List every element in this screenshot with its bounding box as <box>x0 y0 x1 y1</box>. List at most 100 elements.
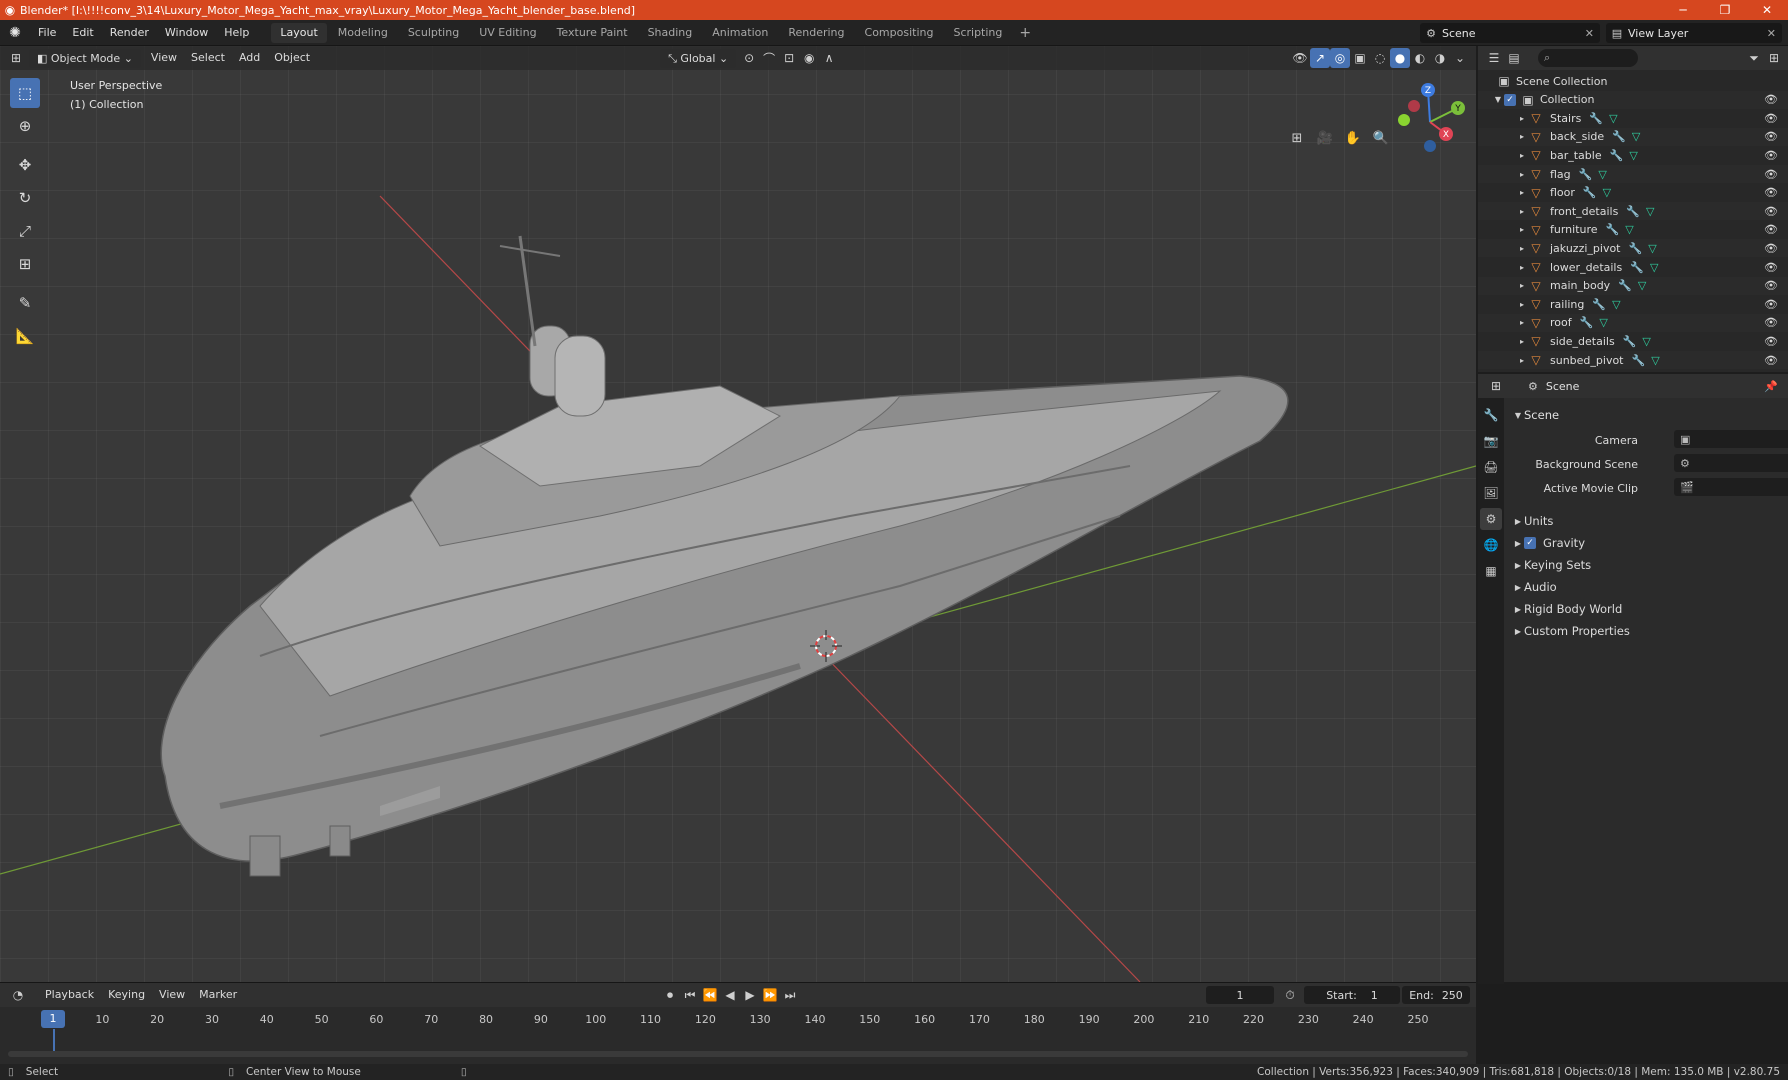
scene-close-icon[interactable]: ✕ <box>1585 27 1600 40</box>
modifier-icon[interactable]: 🔧 <box>1618 279 1632 292</box>
outliner-scene-collection[interactable]: ▣ Scene Collection <box>1478 72 1788 90</box>
scene-panel-header[interactable]: ▼ Scene <box>1504 404 1788 426</box>
mode-dropdown[interactable]: ◧ Object Mode ⌄ <box>29 48 141 68</box>
view-layer-selector[interactable]: ▤ View Layer ✕ <box>1606 23 1782 43</box>
close-button[interactable]: ✕ <box>1746 3 1788 17</box>
mesh-data-icon[interactable]: ▽ <box>1609 112 1617 125</box>
menu-render[interactable]: Render <box>102 20 157 46</box>
scene-selector[interactable]: ⚙ Scene ✕ <box>1420 23 1600 43</box>
mesh-data-icon[interactable]: ▽ <box>1598 168 1606 181</box>
modifier-icon[interactable]: 🔧 <box>1606 223 1620 236</box>
stopwatch-icon[interactable]: ⏱ <box>1280 985 1300 1005</box>
transform-tool-icon[interactable]: ⊞ <box>10 249 40 279</box>
toggle-grid-icon[interactable]: ⊞ <box>1285 126 1309 150</box>
modifier-icon[interactable]: 🔧 <box>1612 130 1626 143</box>
shading-options-icon[interactable]: ⌄ <box>1450 48 1470 68</box>
timeline-editor-icon[interactable]: ◔ <box>8 985 28 1005</box>
outliner-item-sunbed-pivot[interactable]: ▸ ▽ sunbed_pivot 🔧 ▽ 👁 <box>1478 351 1788 369</box>
camera-field[interactable]: ▣ ✒ <box>1674 430 1788 448</box>
zoom-view-icon[interactable]: 🔍 <box>1369 126 1393 150</box>
new-collection-icon[interactable]: ⊞ <box>1764 48 1784 68</box>
outliner-item-stairs[interactable]: ▸ ▽ Stairs 🔧 ▽ 👁 <box>1478 109 1788 127</box>
eye-icon[interactable]: 👁 <box>1764 93 1778 106</box>
jump-end-icon[interactable]: ⏭ <box>780 985 800 1005</box>
collection-checkbox[interactable]: ✓ <box>1504 93 1516 106</box>
pivot-point-icon[interactable]: ⊙ <box>739 48 759 68</box>
mesh-data-icon[interactable]: ▽ <box>1638 279 1646 292</box>
modifier-icon[interactable]: 🔧 <box>1579 168 1593 181</box>
mesh-data-icon[interactable]: ▽ <box>1603 186 1611 199</box>
tab-scripting[interactable]: Scripting <box>944 23 1011 43</box>
outliner-item-lower-details[interactable]: ▸ ▽ lower_details 🔧 ▽ 👁 <box>1478 258 1788 276</box>
expand-right-icon[interactable]: ▸ <box>1516 244 1528 253</box>
filter-icon[interactable]: ⏷ <box>1744 48 1764 68</box>
annotate-tool-icon[interactable]: ✎ <box>10 288 40 318</box>
expand-right-icon[interactable]: ▸ <box>1516 170 1528 179</box>
expand-right-icon[interactable]: ▸ <box>1516 300 1528 309</box>
pan-view-icon[interactable]: ✋ <box>1341 126 1365 150</box>
overlay-toggle-icon[interactable]: ◎ <box>1330 48 1350 68</box>
eye-icon[interactable]: 👁 <box>1764 242 1778 255</box>
movie-clip-field[interactable]: 🎬 <box>1674 478 1788 496</box>
expand-right-icon[interactable]: ▸ <box>1516 207 1528 216</box>
camera-view-icon[interactable]: 🎥 <box>1313 126 1337 150</box>
modifier-icon[interactable]: 🔧 <box>1632 354 1646 367</box>
mesh-data-icon[interactable]: ▽ <box>1648 242 1656 255</box>
texture-tab-icon[interactable]: ▦ <box>1480 560 1502 582</box>
tab-shading[interactable]: Shading <box>639 23 702 43</box>
expand-right-icon[interactable]: ▸ <box>1516 263 1528 272</box>
units-panel-header[interactable]: ▶ Units <box>1504 510 1788 532</box>
timeline-menu-marker[interactable]: Marker <box>192 985 244 1005</box>
tab-rendering[interactable]: Rendering <box>779 23 853 43</box>
outliner-search-input[interactable]: ⌕ <box>1538 49 1638 67</box>
blender-logo-icon[interactable]: ✺ <box>0 25 30 41</box>
eye-icon[interactable]: 👁 <box>1764 205 1778 218</box>
eye-icon[interactable]: 👁 <box>1764 168 1778 181</box>
keying-sets-panel-header[interactable]: ▶ Keying Sets <box>1504 554 1788 576</box>
timeline-menu-keying[interactable]: Keying <box>101 985 152 1005</box>
output-tab-icon[interactable]: 🖨 <box>1480 456 1502 478</box>
tool-tab-icon[interactable]: 🔧 <box>1480 404 1502 426</box>
eye-icon[interactable]: 👁 <box>1764 316 1778 329</box>
outliner-item-back-side[interactable]: ▸ ▽ back_side 🔧 ▽ 👁 <box>1478 127 1788 146</box>
scene-tab-icon[interactable]: ⚙ <box>1480 508 1502 530</box>
outliner-item-furniture[interactable]: ▸ ▽ furniture 🔧 ▽ 👁 <box>1478 221 1788 239</box>
expand-right-icon[interactable]: ▸ <box>1516 151 1528 160</box>
rendered-shading-icon[interactable]: ◑ <box>1430 48 1450 68</box>
view-layer-close-icon[interactable]: ✕ <box>1767 27 1782 40</box>
pin-icon[interactable]: 📌 <box>1764 380 1778 393</box>
modifier-icon[interactable]: 🔧 <box>1610 149 1624 162</box>
next-keyframe-icon[interactable]: ⏩ <box>760 985 780 1005</box>
mesh-data-icon[interactable]: ▽ <box>1642 335 1650 348</box>
eye-icon[interactable]: 👁 <box>1764 279 1778 292</box>
eye-icon[interactable]: 👁 <box>1764 112 1778 125</box>
cursor-tool-icon[interactable]: ⊕ <box>10 111 40 141</box>
gravity-checkbox[interactable]: ✓ <box>1524 537 1536 549</box>
current-frame-marker[interactable]: 1 <box>41 1010 65 1028</box>
proportional-edit-icon[interactable]: ◉ <box>799 48 819 68</box>
menu-window[interactable]: Window <box>157 20 216 46</box>
mesh-data-icon[interactable]: ▽ <box>1646 205 1654 218</box>
viewport-menu-add[interactable]: Add <box>232 48 267 68</box>
tab-compositing[interactable]: Compositing <box>856 23 943 43</box>
snap-icon[interactable]: ⌒ <box>759 48 779 68</box>
eye-icon[interactable]: 👁 <box>1764 298 1778 311</box>
eye-icon[interactable]: 👁 <box>1764 186 1778 199</box>
viewport-menu-object[interactable]: Object <box>267 48 317 68</box>
menu-file[interactable]: File <box>30 20 64 46</box>
tab-uv-editing[interactable]: UV Editing <box>470 23 545 43</box>
eye-icon[interactable]: 👁 <box>1764 223 1778 236</box>
gizmo-toggle-icon[interactable]: ↗ <box>1310 48 1330 68</box>
move-tool-icon[interactable]: ✥ <box>10 150 40 180</box>
expand-down-icon[interactable]: ▼ <box>1492 95 1504 104</box>
outliner-editor-icon[interactable]: ☰ <box>1484 48 1504 68</box>
outliner-item-bar-table[interactable]: ▸ ▽ bar_table 🔧 ▽ 👁 <box>1478 146 1788 164</box>
expand-right-icon[interactable]: ▸ <box>1516 132 1528 141</box>
material-shading-icon[interactable]: ◐ <box>1410 48 1430 68</box>
background-scene-field[interactable]: ⚙ <box>1674 454 1788 472</box>
modifier-icon[interactable]: 🔧 <box>1630 261 1644 274</box>
modifier-icon[interactable]: 🔧 <box>1623 335 1637 348</box>
mesh-data-icon[interactable]: ▽ <box>1632 130 1640 143</box>
rotate-tool-icon[interactable]: ↻ <box>10 183 40 213</box>
modifier-icon[interactable]: 🔧 <box>1592 298 1606 311</box>
